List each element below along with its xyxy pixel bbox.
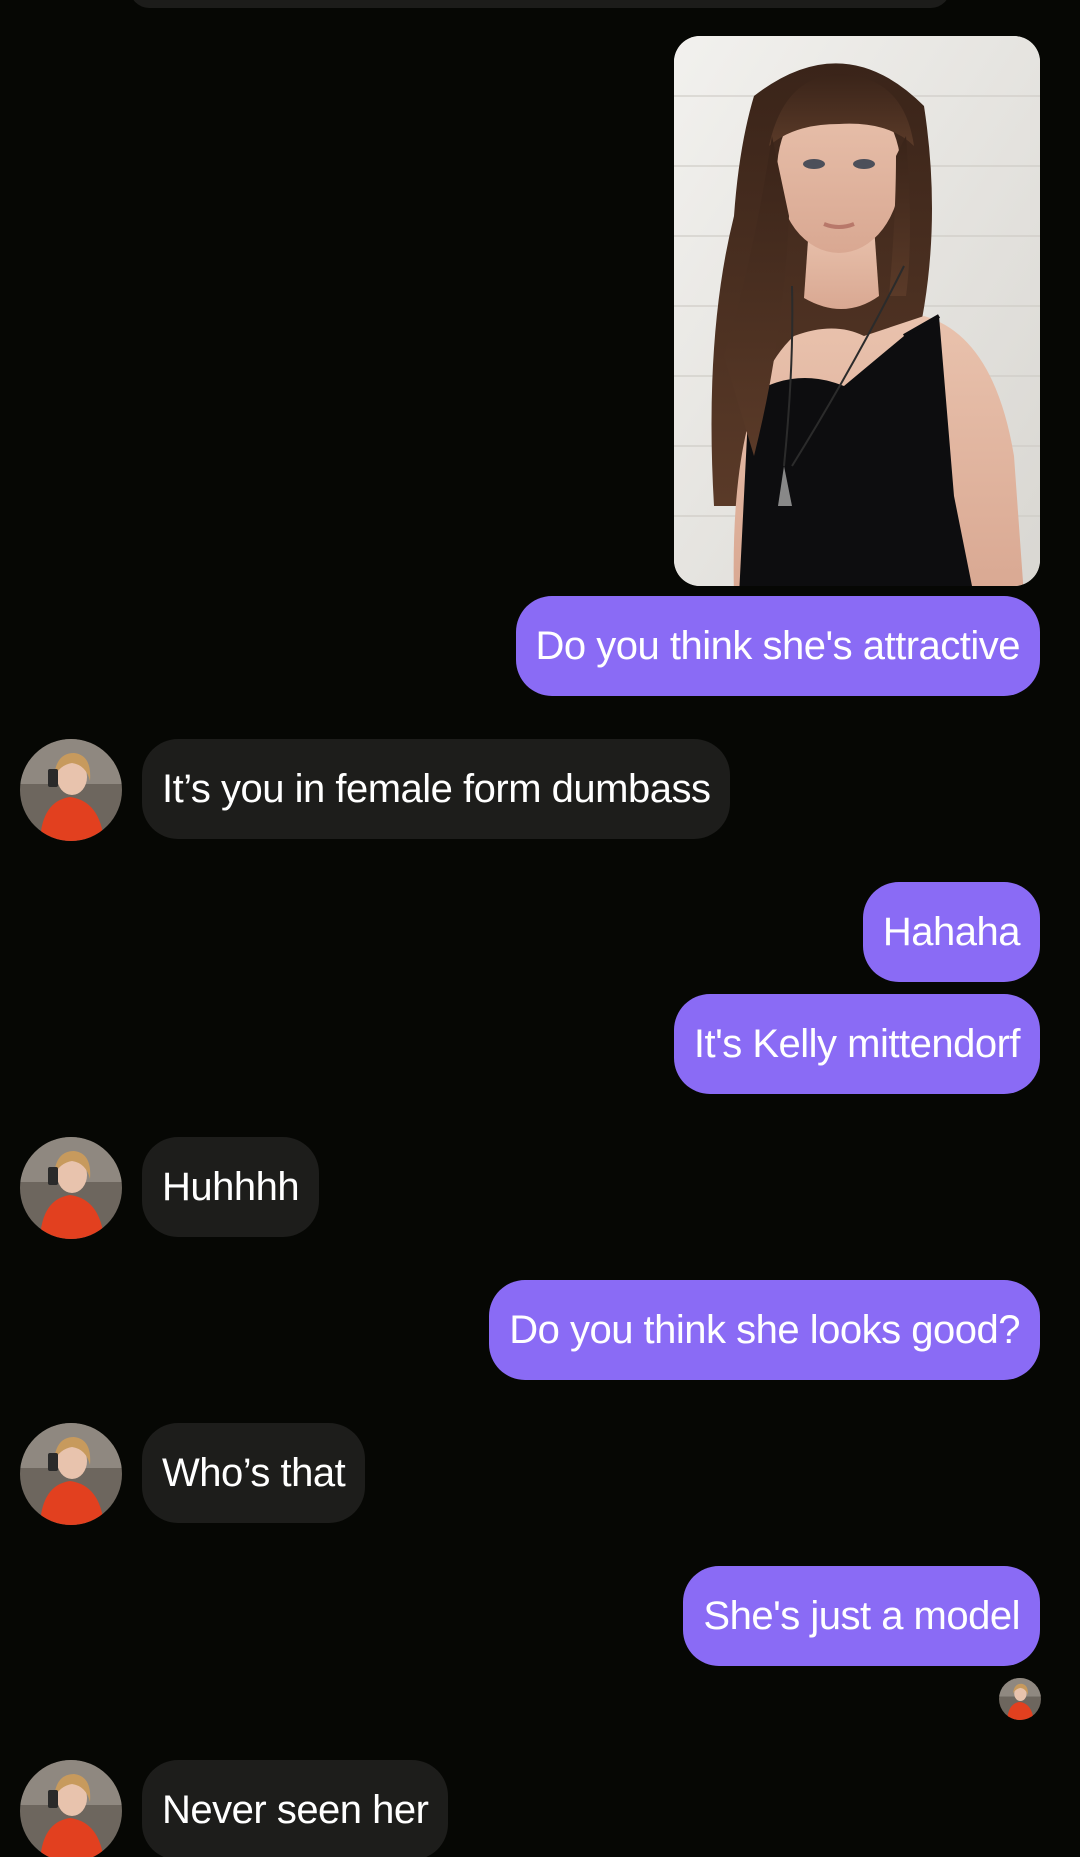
- message-text: It's Kelly mittendorf: [693, 1022, 1021, 1066]
- sent-message-bubble[interactable]: Hahaha: [862, 882, 1040, 982]
- avatar-photo-icon: [20, 1423, 122, 1525]
- contact-avatar[interactable]: [20, 1137, 122, 1239]
- photo-of-woman-in-black-top-icon: [674, 36, 1040, 586]
- received-message-bubble[interactable]: Who’s that: [142, 1423, 366, 1523]
- contact-avatar[interactable]: [20, 1423, 122, 1525]
- message-text: Huhhhh: [162, 1165, 300, 1209]
- message-text: Who’s that: [162, 1451, 346, 1495]
- avatar-photo-icon: [20, 1137, 122, 1239]
- avatar-photo-icon: [999, 1678, 1041, 1720]
- sent-message-bubble[interactable]: She's just a model: [683, 1566, 1040, 1666]
- contact-avatar[interactable]: [20, 739, 122, 841]
- sent-photo-message[interactable]: [674, 36, 1040, 586]
- sent-message-bubble[interactable]: Do you think she looks good?: [489, 1280, 1040, 1380]
- avatar-photo-icon: [20, 739, 122, 841]
- sent-message-bubble[interactable]: It's Kelly mittendorf: [673, 994, 1040, 1094]
- sent-message-bubble[interactable]: Do you think she's attractive: [515, 596, 1040, 696]
- read-receipt-avatar: [999, 1678, 1041, 1720]
- message-text: Do you think she's attractive: [535, 624, 1021, 668]
- received-message-bubble[interactable]: Huhhhh: [142, 1137, 320, 1237]
- previous-message-bubble[interactable]: [130, 0, 950, 8]
- message-text: It’s you in female form dumbass: [162, 767, 711, 811]
- avatar-photo-icon: [20, 1760, 122, 1857]
- message-text: Never seen her: [162, 1788, 429, 1832]
- message-text: Hahaha: [882, 910, 1021, 954]
- received-message-bubble[interactable]: Never seen her: [142, 1760, 449, 1857]
- contact-avatar[interactable]: [20, 1760, 122, 1857]
- received-message-bubble[interactable]: It’s you in female form dumbass: [142, 739, 731, 839]
- chat-screen: Do you think she's attractive It’s you i…: [0, 0, 1080, 1857]
- message-text: She's just a model: [703, 1594, 1020, 1638]
- message-text: Do you think she looks good?: [509, 1308, 1020, 1352]
